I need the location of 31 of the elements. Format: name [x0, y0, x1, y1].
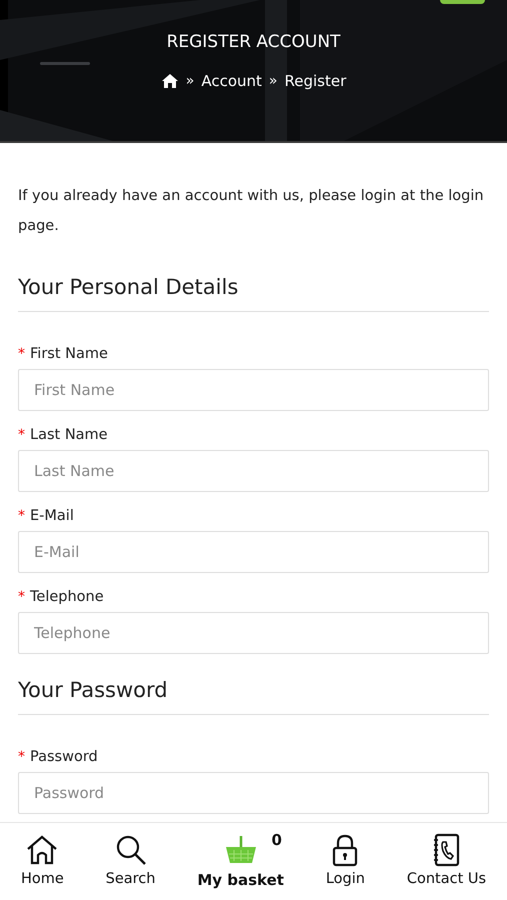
- page-title: REGISTER ACCOUNT: [166, 32, 340, 52]
- required-mark: *: [18, 346, 25, 362]
- home-icon: [25, 833, 60, 867]
- chevron-icon: »: [268, 73, 278, 89]
- nav-button[interactable]: 0 My basket: [197, 833, 284, 889]
- input-field[interactable]: Telephone: [18, 612, 489, 654]
- required-mark: *: [18, 508, 25, 524]
- field-label: Last Name: [30, 427, 108, 443]
- nav-button[interactable]: Login: [326, 833, 365, 887]
- field-label: E-Mail: [30, 508, 74, 524]
- basket-count: 0: [272, 831, 282, 849]
- input-field[interactable]: First Name: [18, 369, 489, 411]
- section-heading: Your Personal Details: [18, 275, 489, 312]
- nav-button[interactable]: Search: [106, 833, 156, 887]
- chevron-icon: »: [186, 73, 194, 89]
- field-label: Telephone: [30, 589, 104, 605]
- input-field[interactable]: Last Name: [18, 450, 489, 492]
- field-label: First Name: [30, 346, 108, 362]
- required-mark: *: [18, 589, 25, 605]
- field-label: Password: [30, 749, 98, 765]
- nav-button[interactable]: Home: [20, 833, 64, 887]
- required-mark: *: [18, 749, 25, 765]
- input-field[interactable]: E-Mail: [18, 531, 489, 573]
- section-heading: Your Password: [18, 678, 489, 715]
- breadcrumb-link[interactable]: Account: [201, 72, 262, 90]
- breadcrumb-link[interactable]: Register: [284, 72, 346, 90]
- home-icon[interactable]: [160, 73, 179, 89]
- input-field[interactable]: Password: [18, 772, 489, 814]
- nav-button[interactable]: Contact Us: [406, 833, 486, 887]
- required-mark: *: [18, 427, 25, 443]
- intro-text: If you already have an account with us, please login at the login page.: [18, 187, 485, 236]
